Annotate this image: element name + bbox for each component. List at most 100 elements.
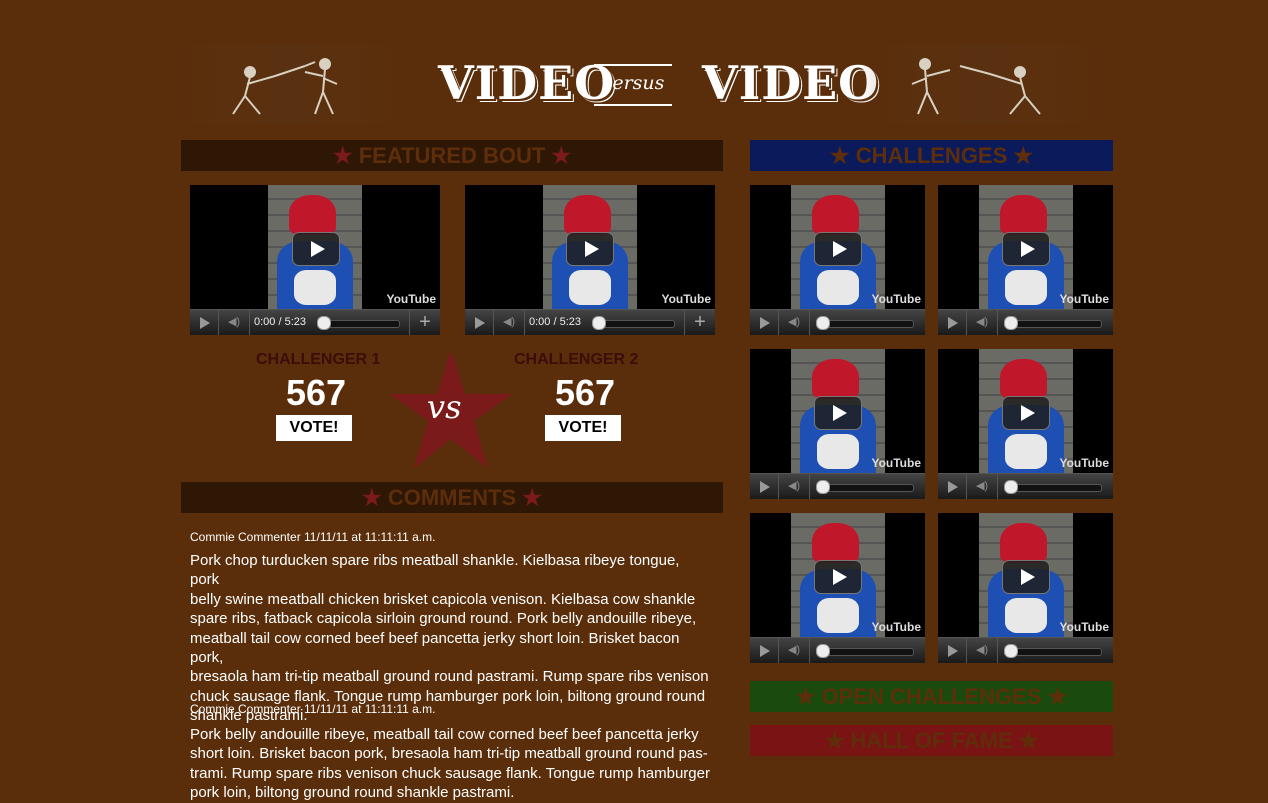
- vote-challenger-2-button[interactable]: VOTE!: [545, 415, 621, 441]
- youtube-logo: YouTube: [871, 620, 921, 634]
- hall-of-fame-header[interactable]: ★ HALL OF FAME ★: [750, 725, 1113, 756]
- seek-bar[interactable]: [816, 484, 914, 492]
- play-button[interactable]: [750, 310, 779, 335]
- challenge-video[interactable]: YouTube ◀︎): [750, 513, 925, 663]
- seek-knob[interactable]: [592, 316, 606, 330]
- star-icon: ★: [1047, 684, 1068, 709]
- featured-bout-title: FEATURED BOUT: [358, 143, 546, 168]
- video-controls: ◀︎): [750, 637, 925, 663]
- open-challenges-title: OPEN CHALLENGES: [821, 684, 1042, 709]
- expand-icon[interactable]: +: [684, 310, 715, 335]
- seek-bar[interactable]: [816, 320, 914, 328]
- play-icon[interactable]: [814, 396, 862, 430]
- challenge-video[interactable]: YouTube ◀︎): [750, 185, 925, 335]
- seek-knob[interactable]: [816, 316, 830, 330]
- play-icon[interactable]: [814, 560, 862, 594]
- play-icon[interactable]: [814, 232, 862, 266]
- logo-versus: versus: [594, 64, 672, 106]
- play-button[interactable]: [750, 474, 779, 499]
- video-controls: ◀︎): [938, 473, 1113, 499]
- play-icon[interactable]: [1002, 232, 1050, 266]
- challenger-2-score: 567: [555, 372, 616, 413]
- volume-icon[interactable]: ◀︎): [967, 638, 998, 663]
- video-controls: ◀︎): [750, 473, 925, 499]
- comment-line: trami. Rump spare ribs venison chuck sau…: [190, 764, 710, 782]
- video-time: 0:00 / 5:23: [529, 316, 581, 328]
- seek-knob[interactable]: [317, 316, 331, 330]
- comment-line: short loin. Brisket bacon pork, bresaola…: [190, 745, 708, 763]
- comment-body: Pork chop turducken spare ribs meatball …: [190, 551, 710, 726]
- volume-icon[interactable]: ◀︎): [779, 310, 810, 335]
- youtube-logo: YouTube: [1059, 620, 1109, 634]
- seek-bar[interactable]: [816, 648, 914, 656]
- vote-challenger-1-button[interactable]: VOTE!: [276, 415, 352, 441]
- expand-icon[interactable]: +: [409, 310, 440, 335]
- play-icon[interactable]: [566, 232, 614, 266]
- seek-knob[interactable]: [816, 644, 830, 658]
- comment-line: Pork belly andouille ribeye, meatball ta…: [190, 726, 699, 743]
- video-controls: ◀︎): [750, 309, 925, 335]
- comment-line: meatball tail cow corned beef beef pance…: [190, 629, 680, 667]
- open-challenges-header[interactable]: ★ OPEN CHALLENGES ★: [750, 681, 1113, 712]
- seek-knob[interactable]: [1004, 644, 1018, 658]
- fencers-illustration-right: [860, 44, 1110, 124]
- featured-video-2[interactable]: YouTube ◀︎) 0:00 / 5:23 +: [465, 185, 715, 335]
- play-button[interactable]: [750, 638, 779, 663]
- seek-bar[interactable]: [1004, 484, 1102, 492]
- play-icon[interactable]: [1002, 560, 1050, 594]
- play-button[interactable]: [938, 310, 967, 335]
- challenger-1-label: CHALLENGER 1: [256, 351, 381, 368]
- site-header: VIDEO versus VIDEO: [0, 0, 1268, 135]
- play-button[interactable]: [938, 474, 967, 499]
- challenger-1-score: 567: [286, 372, 347, 413]
- star-icon: ★: [1013, 143, 1034, 168]
- logo-video-right: VIDEO: [702, 56, 880, 110]
- youtube-logo: YouTube: [661, 292, 711, 306]
- seek-bar[interactable]: [1004, 320, 1102, 328]
- star-icon: ★: [522, 485, 543, 510]
- volume-icon[interactable]: ◀︎): [494, 310, 525, 335]
- fencers-illustration-left: [165, 44, 415, 124]
- seek-bar[interactable]: [1004, 648, 1102, 656]
- youtube-logo: YouTube: [1059, 292, 1109, 306]
- challenger-2-label: CHALLENGER 2: [514, 351, 639, 368]
- star-icon: ★: [829, 143, 850, 168]
- vs-label: vs: [427, 388, 462, 426]
- star-icon: ★: [1018, 728, 1039, 753]
- seek-knob[interactable]: [1004, 316, 1018, 330]
- comment-line: bresaola ham tri-tip meatball ground rou…: [190, 668, 709, 686]
- video-controls: ◀︎) 0:00 / 5:23 +: [190, 309, 440, 335]
- play-icon[interactable]: [1002, 396, 1050, 430]
- play-button[interactable]: [938, 638, 967, 663]
- comment-meta: Commie Commenter 11/11/11 at 11:11:11 a.…: [190, 530, 436, 544]
- featured-video-1[interactable]: YouTube ◀︎) 0:00 / 5:23 +: [190, 185, 440, 335]
- play-button[interactable]: [465, 310, 494, 335]
- star-icon: ★: [551, 143, 572, 168]
- seek-knob[interactable]: [1004, 480, 1018, 494]
- star-icon: ★: [332, 143, 353, 168]
- challenge-video[interactable]: YouTube ◀︎): [750, 349, 925, 499]
- challenges-title: CHALLENGES: [855, 143, 1008, 168]
- comments-title: COMMENTS: [387, 485, 517, 510]
- featured-bout-header: ★ FEATURED BOUT ★: [181, 140, 723, 171]
- play-icon[interactable]: [292, 232, 340, 266]
- challenges-header: ★ CHALLENGES ★: [750, 140, 1113, 171]
- logo-video-left: VIDEO: [438, 56, 616, 110]
- play-button[interactable]: [190, 310, 219, 335]
- volume-icon[interactable]: ◀︎): [779, 474, 810, 499]
- challenge-video[interactable]: YouTube ◀︎): [938, 185, 1113, 335]
- challenge-video[interactable]: YouTube ◀︎): [938, 349, 1113, 499]
- volume-icon[interactable]: ◀︎): [967, 310, 998, 335]
- volume-icon[interactable]: ◀︎): [219, 310, 250, 335]
- comment-meta: Commie Commenter 11/11/11 at 11:11:11 a.…: [190, 702, 436, 716]
- volume-icon[interactable]: ◀︎): [779, 638, 810, 663]
- star-icon: ★: [361, 485, 382, 510]
- seek-knob[interactable]: [816, 480, 830, 494]
- video-controls: ◀︎): [938, 309, 1113, 335]
- comment-line: Pork chop turducken spare ribs meatball …: [190, 552, 680, 589]
- video-controls: ◀︎): [938, 637, 1113, 663]
- youtube-logo: YouTube: [1059, 456, 1109, 470]
- challenge-video[interactable]: YouTube ◀︎): [938, 513, 1113, 663]
- volume-icon[interactable]: ◀︎): [967, 474, 998, 499]
- comment-body: Pork belly andouille ribeye, meatball ta…: [190, 725, 710, 803]
